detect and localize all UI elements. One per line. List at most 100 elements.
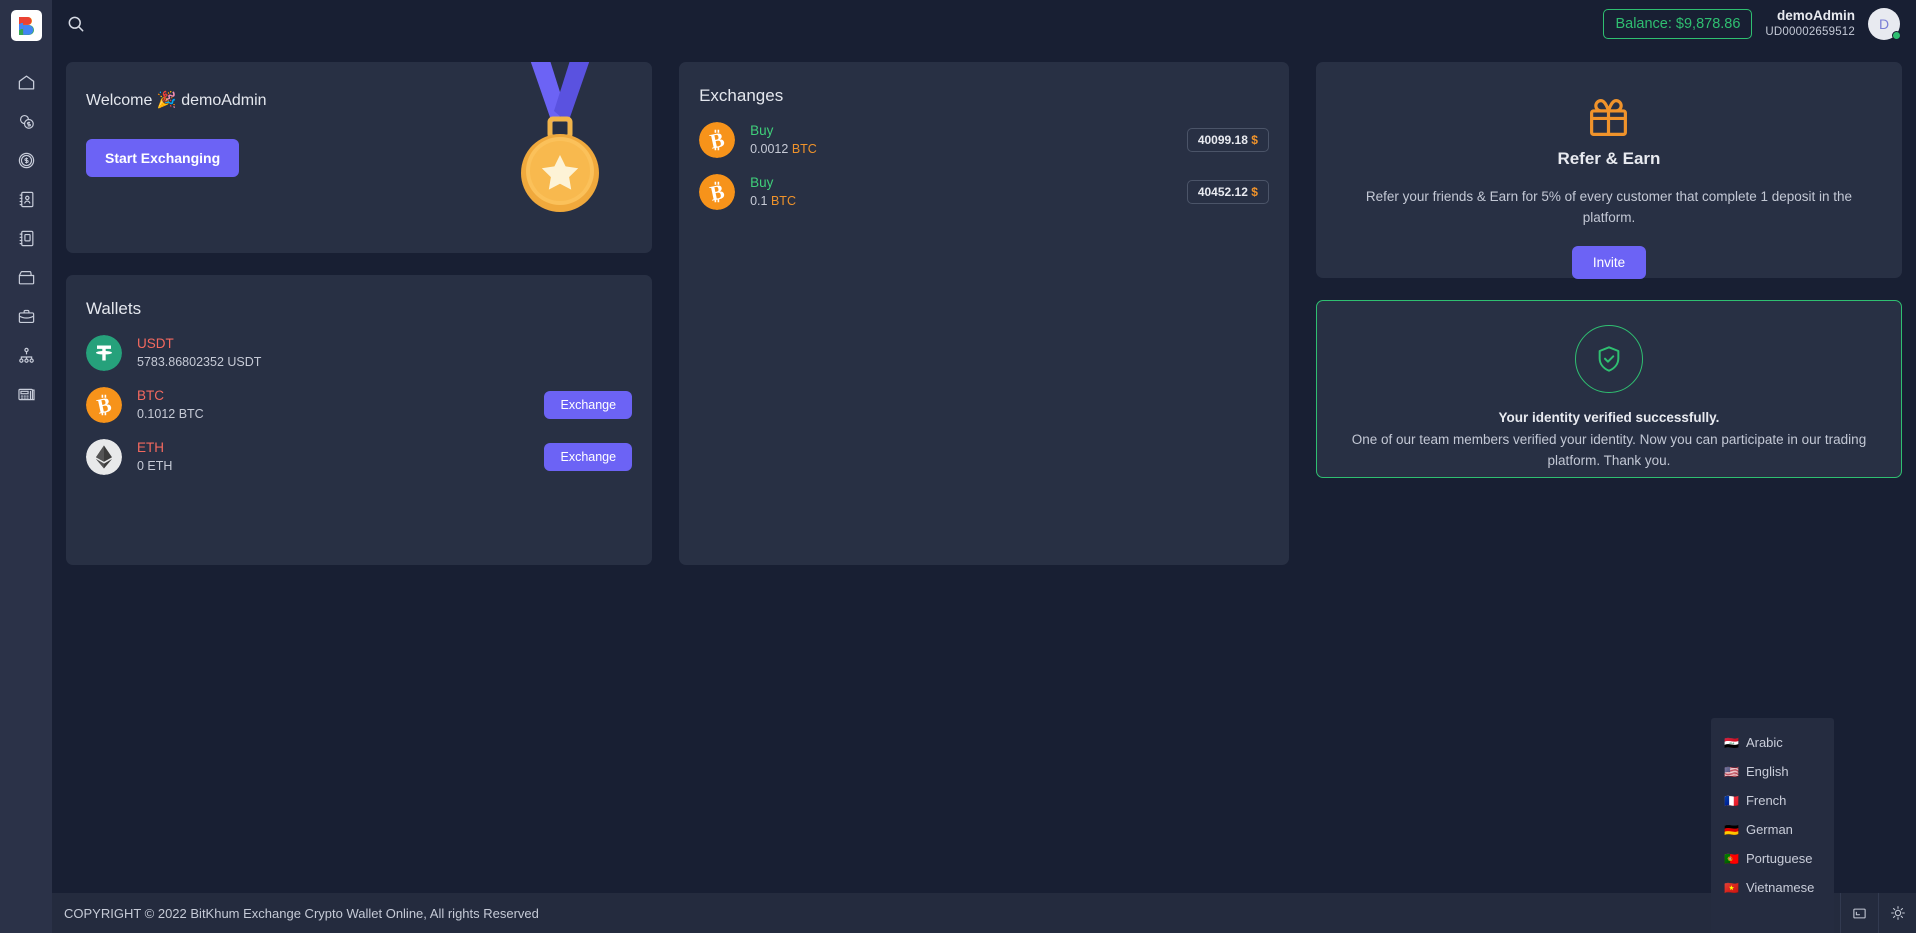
refer-earn-description: Refer your friends & Earn for 5% of ever…: [1365, 189, 1853, 225]
language-dropdown-menu[interactable]: 🇮🇶 Arabic 🇺🇸 English 🇫🇷 French 🇩🇪 German…: [1711, 718, 1834, 933]
dollar-circle-icon: [18, 152, 34, 168]
language-item-portuguese[interactable]: 🇵🇹 Portuguese: [1711, 844, 1834, 873]
exchange-side: Buy: [750, 123, 774, 139]
exchange-price-badge: 40099.18 $: [1186, 128, 1269, 152]
dashboard-grid: Welcome 🎉 demoAdmin Start Exchanging Wal…: [52, 62, 1916, 565]
identity-verified-title: Your identity verified successfully.: [1498, 410, 1720, 425]
exchange-amount-value: 0.1: [750, 193, 768, 208]
wallet-row: USDT 5783.86802352 USDT: [86, 335, 632, 371]
flag-de-icon: 🇩🇪: [1724, 822, 1739, 837]
welcome-card: Welcome 🎉 demoAdmin Start Exchanging: [66, 62, 653, 253]
identity-verified-card: Your identity verified successfully. One…: [1315, 300, 1902, 478]
wallet-amount: 0.1012 BTC: [137, 406, 204, 421]
exchange-amount: 0.1 BTC: [750, 193, 796, 210]
exchange-button[interactable]: Exchange: [544, 443, 633, 471]
exchanges-title: Exchanges: [699, 86, 784, 105]
shield-check-icon: [1598, 346, 1620, 372]
user-name: demoAdmin: [1776, 8, 1855, 24]
avatar[interactable]: D: [1868, 8, 1901, 40]
wallet-amount: 5783.86802352 USDT: [137, 354, 262, 369]
language-label: Portuguese: [1745, 851, 1813, 866]
column-right: Refer & Earn Refer your friends & Earn f…: [1315, 62, 1902, 478]
language-label: German: [1745, 822, 1793, 837]
flag-pt-icon: 🇵🇹: [1724, 851, 1739, 866]
sidebar-item-home[interactable]: [9, 69, 43, 95]
wallet-text: ETH 0 ETH: [137, 439, 172, 474]
wallet-row: B BTC 0.1012 BTC Exchange: [86, 387, 633, 423]
exchange-side: Buy: [750, 175, 774, 191]
exchange-price-value: 40452.12: [1197, 185, 1248, 199]
sidebar-item-briefcase[interactable]: [9, 303, 43, 329]
column-middle: Exchanges B Buy 0.0012 BTC 40099.18 $ B …: [679, 62, 1289, 565]
wallet-amount: 0 ETH: [137, 458, 173, 473]
sun-icon: [1890, 906, 1905, 920]
sidebar-item-address-book[interactable]: [9, 225, 43, 251]
exchange-row: B Buy 0.0012 BTC 40099.18 $: [699, 122, 1269, 158]
wallet-row: ETH 0 ETH Exchange: [86, 439, 633, 475]
exchange-price-currency: $: [1251, 185, 1258, 199]
exchange-row: B Buy 0.1 BTC 40452.12 $: [699, 174, 1269, 210]
search-icon: [68, 16, 84, 32]
contact-book-icon: [19, 191, 33, 207]
language-label: Vietnamese: [1745, 880, 1815, 895]
fullscreen-icon: [1853, 908, 1866, 918]
language-item-vietnamese[interactable]: 🇻🇳 Vietnamese: [1711, 873, 1834, 902]
exchange-text: Buy 0.0012 BTC: [750, 122, 817, 158]
balance-badge[interactable]: Balance: $9,878.86: [1603, 9, 1753, 39]
exchange-price-currency: $: [1251, 133, 1258, 147]
identity-verified-description: One of our team members verified your id…: [1351, 432, 1867, 468]
wallet-icon: [18, 270, 34, 284]
exchange-button[interactable]: Exchange: [544, 391, 633, 419]
main-content: Welcome 🎉 demoAdmin Start Exchanging Wal…: [52, 48, 1916, 893]
wallet-symbol: ETH: [137, 440, 164, 456]
home-icon: [18, 75, 34, 89]
bitcoin-icon: B: [699, 122, 736, 158]
refer-earn-card: Refer & Earn Refer your friends & Earn f…: [1315, 62, 1902, 279]
gift-icon: [1590, 99, 1628, 136]
online-status-dot: [1892, 31, 1901, 40]
sidebar-item-contacts[interactable]: [9, 186, 43, 212]
wallet-symbol: BTC: [137, 388, 164, 404]
language-item-english[interactable]: 🇺🇸 English: [1711, 757, 1834, 786]
brightness-button[interactable]: [1878, 893, 1916, 933]
start-exchanging-button[interactable]: Start Exchanging: [86, 139, 240, 177]
user-info[interactable]: demoAdmin UD00002659512: [1765, 8, 1855, 39]
search-button[interactable]: [55, 3, 97, 45]
flag-fr-icon: 🇫🇷: [1724, 793, 1739, 808]
column-left: Welcome 🎉 demoAdmin Start Exchanging Wal…: [66, 62, 653, 565]
invite-button[interactable]: Invite: [1571, 245, 1647, 279]
briefcase-icon: [18, 309, 34, 323]
footer: COPYRIGHT © 2022 BitKhum Exchange Crypto…: [52, 893, 1916, 933]
sidebar-item-network[interactable]: [9, 342, 43, 368]
flag-us-icon: 🇺🇸: [1724, 764, 1739, 779]
coins-icon: [19, 114, 34, 129]
topbar: Balance: $9,878.86 demoAdmin UD000026595…: [52, 0, 1916, 48]
flag-vn-icon: 🇻🇳: [1724, 880, 1739, 895]
sidebar-item-dollar[interactable]: [9, 147, 43, 173]
sidebar-item-coins[interactable]: [9, 108, 43, 134]
bitkhum-logo-icon: [19, 16, 34, 35]
ethereum-icon: [86, 439, 122, 475]
exchange-price-value: 40099.18: [1197, 133, 1248, 147]
copyright-text: COPYRIGHT © 2022 BitKhum Exchange Crypto…: [64, 905, 539, 921]
wallets-title: Wallets: [86, 299, 142, 318]
language-label: Arabic: [1745, 735, 1783, 750]
exchange-amount-currency: BTC: [770, 193, 796, 208]
exchange-price-badge: 40452.12 $: [1186, 180, 1269, 204]
exchange-amount-value: 0.0012: [750, 141, 789, 156]
fullscreen-button[interactable]: [1840, 893, 1878, 933]
sidebar-item-reports[interactable]: [9, 381, 43, 407]
tether-icon: [86, 335, 122, 371]
language-label: French: [1745, 793, 1787, 808]
user-id: UD00002659512: [1765, 26, 1855, 39]
language-item-arabic[interactable]: 🇮🇶 Arabic: [1711, 728, 1834, 757]
exchange-text: Buy 0.1 BTC: [750, 174, 796, 210]
app-logo[interactable]: [10, 10, 42, 41]
language-item-french[interactable]: 🇫🇷 French: [1711, 786, 1834, 815]
topbar-right: Balance: $9,878.86 demoAdmin UD000026595…: [1603, 8, 1916, 40]
sidebar-item-wallet[interactable]: [9, 264, 43, 290]
medal-illustration: [521, 62, 600, 212]
language-item-german[interactable]: 🇩🇪 German: [1711, 815, 1834, 844]
bitcoin-icon: B: [699, 174, 736, 210]
wallet-text: BTC 0.1012 BTC: [137, 387, 204, 422]
